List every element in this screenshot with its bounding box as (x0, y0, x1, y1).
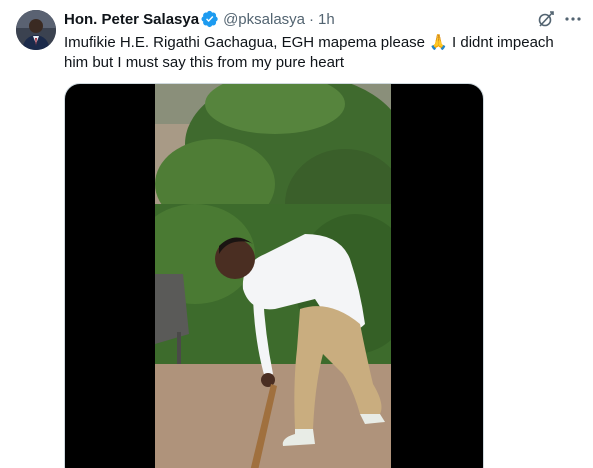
more-icon[interactable] (563, 9, 583, 29)
video-player[interactable] (64, 83, 484, 468)
tweet-text: Imufikie H.E. Rigathi Gachagua, EGH mape… (64, 32, 574, 73)
timestamp[interactable]: 1h (318, 11, 335, 28)
display-name[interactable]: Hon. Peter Salasya (64, 11, 199, 28)
praying-hands-emoji: 🙏 (429, 33, 448, 51)
grok-icon[interactable] (536, 9, 556, 29)
verified-badge-icon[interactable] (201, 10, 219, 28)
tweet-text-part-1: Imufikie H.E. Rigathi Gachagua, EGH mape… (64, 34, 430, 51)
tweet[interactable]: Hon. Peter Salasya @pksalasya · 1h Imufi… (0, 0, 593, 468)
separator-dot: · (309, 10, 315, 28)
tweet-header: Hon. Peter Salasya @pksalasya · 1h (64, 9, 335, 29)
user-handle[interactable]: @pksalasya (223, 11, 305, 28)
video-thumbnail[interactable] (155, 84, 391, 468)
avatar[interactable] (16, 10, 56, 50)
